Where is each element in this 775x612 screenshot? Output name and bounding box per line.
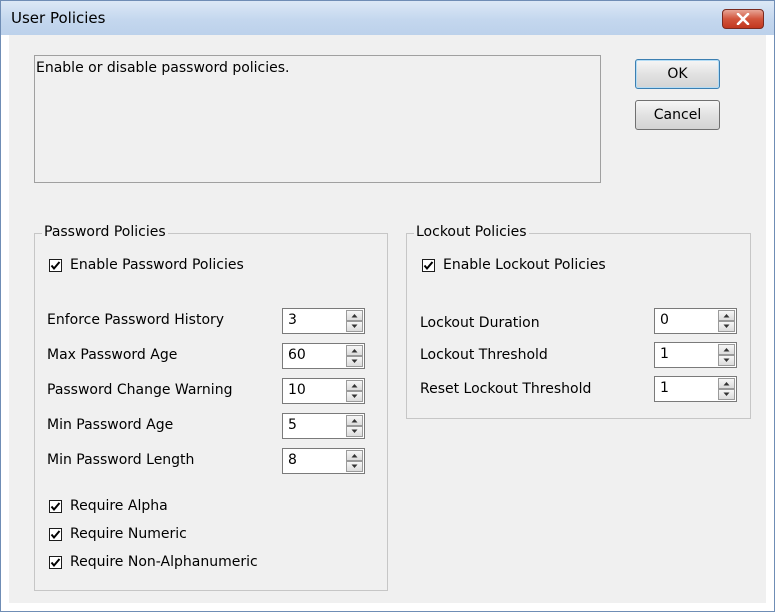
spin-down-button[interactable] xyxy=(718,389,735,400)
min-password-length-value[interactable]: 8 xyxy=(288,452,297,468)
max-password-age-value[interactable]: 60 xyxy=(288,347,306,363)
lockout-threshold-spinner[interactable]: 1 xyxy=(654,342,737,368)
checkmark-icon xyxy=(50,529,61,539)
checkmark-icon xyxy=(50,501,61,511)
ok-button[interactable]: OK xyxy=(635,59,720,89)
arrow-up-icon xyxy=(723,314,730,318)
require-numeric-label: Require Numeric xyxy=(70,526,187,542)
arrow-up-icon xyxy=(723,382,730,386)
spin-down-button[interactable] xyxy=(718,321,735,332)
checkbox-box[interactable] xyxy=(49,555,62,569)
spin-down-button[interactable] xyxy=(346,426,363,437)
enforce-password-history-value[interactable]: 3 xyxy=(288,312,297,328)
user-policies-dialog: User Policies Enable or disable password… xyxy=(0,0,775,612)
window-title: User Policies xyxy=(11,9,106,27)
arrow-up-icon xyxy=(351,349,358,353)
enable-lockout-policies-checkbox[interactable]: Enable Lockout Policies xyxy=(422,255,606,275)
lockout-policies-group: Lockout Policies Enable Lockout Policies… xyxy=(406,224,751,419)
reset-lockout-threshold-spinner[interactable]: 1 xyxy=(654,376,737,402)
arrow-up-icon xyxy=(351,454,358,458)
spin-down-button[interactable] xyxy=(346,461,363,472)
lockout-duration-label: Lockout Duration xyxy=(420,315,540,331)
arrow-down-icon xyxy=(351,324,358,328)
description-box: Enable or disable password policies. xyxy=(34,55,601,183)
spin-up-button[interactable] xyxy=(718,310,735,321)
arrow-down-icon xyxy=(723,392,730,396)
min-password-age-label: Min Password Age xyxy=(47,417,174,433)
description-text: Enable or disable password policies. xyxy=(36,60,290,76)
checkbox-box[interactable] xyxy=(422,258,435,272)
close-button[interactable] xyxy=(722,9,764,29)
arrow-down-icon xyxy=(351,394,358,398)
password-policies-group: Password Policies Enable Password Polici… xyxy=(34,224,388,591)
require-alpha-checkbox[interactable]: Require Alpha xyxy=(49,496,168,516)
checkbox-box[interactable] xyxy=(49,527,62,541)
enable-password-policies-label: Enable Password Policies xyxy=(70,257,244,273)
checkmark-icon xyxy=(50,557,61,567)
spin-up-button[interactable] xyxy=(718,378,735,389)
arrow-down-icon xyxy=(723,358,730,362)
spin-up-button[interactable] xyxy=(346,415,363,426)
checkbox-box[interactable] xyxy=(49,258,62,272)
cancel-button-label: Cancel xyxy=(653,107,702,123)
checkbox-box[interactable] xyxy=(49,499,62,513)
arrow-up-icon xyxy=(723,348,730,352)
min-password-length-label: Min Password Length xyxy=(47,452,195,468)
enable-password-policies-checkbox[interactable]: Enable Password Policies xyxy=(49,255,244,275)
min-password-age-spinner[interactable]: 5 xyxy=(282,413,365,439)
arrow-up-icon xyxy=(351,314,358,318)
min-password-age-value[interactable]: 5 xyxy=(288,417,297,433)
lockout-threshold-value[interactable]: 1 xyxy=(660,346,669,362)
require-alpha-label: Require Alpha xyxy=(70,498,168,514)
password-change-warning-spinner[interactable]: 10 xyxy=(282,378,365,404)
require-numeric-checkbox[interactable]: Require Numeric xyxy=(49,524,187,544)
spin-up-button[interactable] xyxy=(346,450,363,461)
enforce-password-history-label: Enforce Password History xyxy=(47,312,225,328)
spin-up-button[interactable] xyxy=(346,310,363,321)
spin-up-button[interactable] xyxy=(346,380,363,391)
require-non-alphanumeric-checkbox[interactable]: Require Non-Alphanumeric xyxy=(49,552,258,572)
lockout-duration-value[interactable]: 0 xyxy=(660,312,669,328)
require-non-alphanumeric-label: Require Non-Alphanumeric xyxy=(70,554,258,570)
dialog-body: Enable or disable password policies. OK … xyxy=(9,35,766,603)
arrow-down-icon xyxy=(723,324,730,328)
lockout-policies-title: Lockout Policies xyxy=(414,224,529,240)
reset-lockout-threshold-label: Reset Lockout Threshold xyxy=(420,381,592,397)
arrow-up-icon xyxy=(351,419,358,423)
enforce-password-history-spinner[interactable]: 3 xyxy=(282,308,365,334)
cancel-button[interactable]: Cancel xyxy=(635,100,720,130)
spin-down-button[interactable] xyxy=(346,356,363,367)
max-password-age-spinner[interactable]: 60 xyxy=(282,343,365,369)
password-policies-title: Password Policies xyxy=(42,224,168,240)
password-change-warning-value[interactable]: 10 xyxy=(288,382,306,398)
close-icon xyxy=(736,13,750,25)
arrow-down-icon xyxy=(351,429,358,433)
enable-lockout-policies-label: Enable Lockout Policies xyxy=(443,257,606,273)
min-password-length-spinner[interactable]: 8 xyxy=(282,448,365,474)
lockout-threshold-label: Lockout Threshold xyxy=(420,347,548,363)
arrow-up-icon xyxy=(351,384,358,388)
max-password-age-label: Max Password Age xyxy=(47,347,178,363)
checkmark-icon xyxy=(423,260,434,270)
password-change-warning-label: Password Change Warning xyxy=(47,382,233,398)
arrow-down-icon xyxy=(351,464,358,468)
spin-up-button[interactable] xyxy=(718,344,735,355)
spin-down-button[interactable] xyxy=(346,391,363,402)
spin-down-button[interactable] xyxy=(346,321,363,332)
arrow-down-icon xyxy=(351,359,358,363)
spin-down-button[interactable] xyxy=(718,355,735,366)
checkmark-icon xyxy=(50,260,61,270)
ok-button-label: OK xyxy=(667,66,688,82)
title-bar[interactable]: User Policies xyxy=(1,1,774,35)
spin-up-button[interactable] xyxy=(346,345,363,356)
lockout-duration-spinner[interactable]: 0 xyxy=(654,308,737,334)
reset-lockout-threshold-value[interactable]: 1 xyxy=(660,380,669,396)
